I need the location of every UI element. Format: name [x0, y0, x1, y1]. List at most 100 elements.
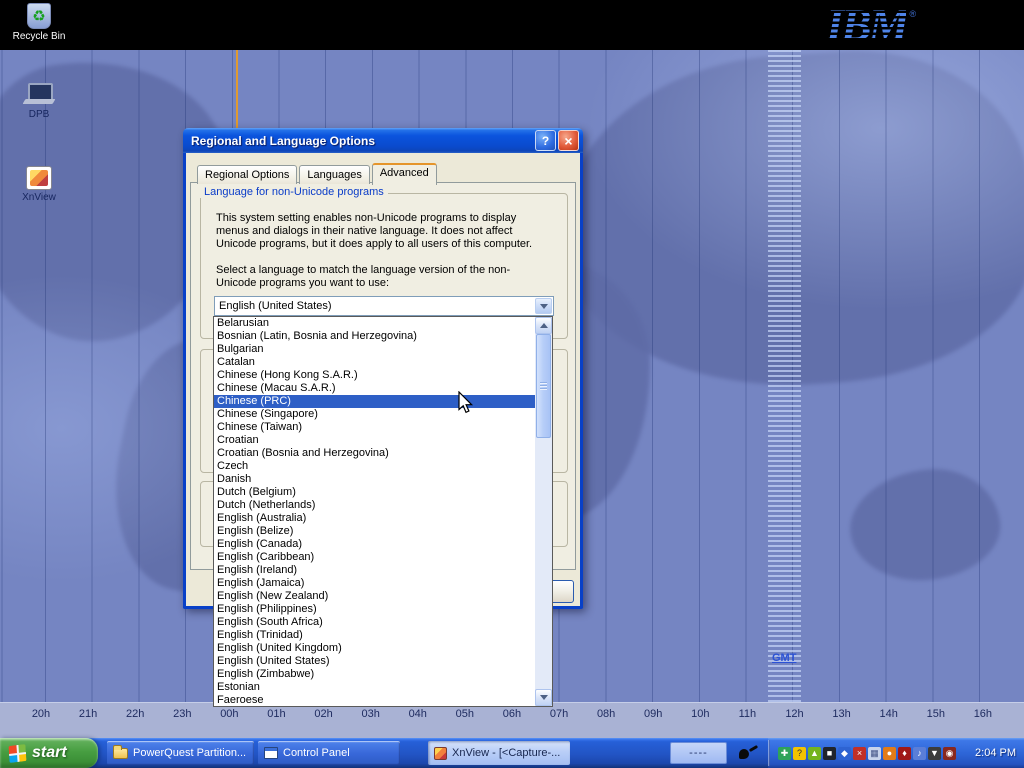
recycle-glyph-icon: ♻ — [32, 9, 45, 24]
dialog-titlebar[interactable]: Regional and Language Options ? × — [183, 128, 583, 153]
ibm-registered-mark: ® — [909, 9, 916, 19]
tray-icon-11[interactable]: ▼ — [928, 747, 941, 760]
dropdown-item[interactable]: English (United Kingdom) — [214, 642, 535, 655]
control-panel-icon — [264, 747, 278, 759]
timezone-label: 22h — [120, 708, 150, 720]
timezone-label: 09h — [638, 708, 668, 720]
language-dropdown-list: BelarusianBosnian (Latin, Bosnia and Her… — [213, 316, 553, 707]
close-button[interactable]: × — [558, 130, 579, 151]
timezone-label: 13h — [827, 708, 857, 720]
tray-icon-6[interactable]: × — [853, 747, 866, 760]
language-groupbox-title: Language for non-Unicode programs — [200, 186, 388, 198]
tab-regional-options[interactable]: Regional Options — [197, 165, 297, 184]
dropdown-item[interactable]: Bosnian (Latin, Bosnia and Herzegovina) — [214, 330, 535, 343]
xnview-icon — [434, 747, 447, 760]
timezone-label: 02h — [309, 708, 339, 720]
dropdown-item[interactable]: English (Philippines) — [214, 603, 535, 616]
dropdown-item[interactable]: Croatian (Bosnia and Herzegovina) — [214, 447, 535, 460]
dropdown-item[interactable]: English (Canada) — [214, 538, 535, 551]
tray-icon-7[interactable]: ▦ — [868, 747, 881, 760]
taskbar-clock[interactable]: 2:04 PM — [975, 738, 1016, 768]
dialog-tabs: Regional Options Languages Advanced — [197, 163, 439, 184]
scrollbar-up-button[interactable] — [535, 317, 552, 334]
timezone-label: 14h — [874, 708, 904, 720]
dropdown-item[interactable]: Catalan — [214, 356, 535, 369]
language-combobox[interactable]: English (United States) — [214, 296, 554, 316]
dropdown-item[interactable]: Danish — [214, 473, 535, 486]
timezone-label: 10h — [685, 708, 715, 720]
dropdown-item[interactable]: Dutch (Netherlands) — [214, 499, 535, 512]
dropdown-item[interactable]: Chinese (Singapore) — [214, 408, 535, 421]
taskbar: start PowerQuest Partition... Control Pan… — [0, 738, 1024, 768]
folder-icon — [113, 748, 128, 759]
tray-icon-12[interactable]: ◉ — [943, 747, 956, 760]
desktop-icon-xnview[interactable]: XnView — [10, 166, 68, 203]
dropdown-item[interactable]: English (Australia) — [214, 512, 535, 525]
timezone-label: 20h — [26, 708, 56, 720]
timezone-label: 12h — [780, 708, 810, 720]
dropdown-item[interactable]: English (South Africa) — [214, 616, 535, 629]
ibm-logo-text: IBM — [826, 2, 906, 48]
tray-icon-5[interactable]: ◆ — [838, 747, 851, 760]
dropdown-item[interactable]: Czech — [214, 460, 535, 473]
timezone-label: 00h — [214, 708, 244, 720]
chevron-down-icon — [540, 304, 548, 309]
dialog-title: Regional and Language Options — [191, 134, 535, 148]
tray-icon-9[interactable]: ♦ — [898, 747, 911, 760]
dropdown-item[interactable]: English (United States) — [214, 655, 535, 668]
tray-icon-4[interactable]: ■ — [823, 747, 836, 760]
dropdown-item[interactable]: English (Ireland) — [214, 564, 535, 577]
dropdown-item[interactable]: English (Zimbabwe) — [214, 668, 535, 681]
windows-logo-icon — [8, 743, 26, 762]
dropdown-item[interactable]: English (Jamaica) — [214, 577, 535, 590]
tab-advanced[interactable]: Advanced — [372, 163, 437, 185]
taskbar-deskband[interactable]: ---- — [670, 742, 727, 764]
dropdown-item[interactable]: Chinese (PRC) — [214, 395, 535, 408]
dropdown-item[interactable]: Croatian — [214, 434, 535, 447]
timezone-label: 23h — [167, 708, 197, 720]
tray-icon-1[interactable]: ✚ — [778, 747, 791, 760]
tab-languages[interactable]: Languages — [299, 165, 369, 184]
laptop-icon — [24, 83, 54, 107]
scrollbar-thumb[interactable] — [536, 334, 551, 438]
scrollbar-down-button[interactable] — [535, 689, 552, 706]
timezone-label: 15h — [921, 708, 951, 720]
dropdown-item[interactable]: Chinese (Taiwan) — [214, 421, 535, 434]
timezone-label: 11h — [732, 708, 762, 720]
help-button[interactable]: ? — [535, 130, 556, 151]
dropdown-scrollbar[interactable] — [535, 317, 552, 706]
taskbar-button[interactable]: XnView - [<Capture-... — [428, 741, 570, 765]
timezone-label: 07h — [544, 708, 574, 720]
tray-icon-2[interactable]: ? — [793, 747, 806, 760]
timezone-label: 01h — [261, 708, 291, 720]
dropdown-item[interactable]: English (New Zealand) — [214, 590, 535, 603]
tray-icon-10[interactable]: ♪ — [913, 747, 926, 760]
timezone-label: 04h — [403, 708, 433, 720]
timezone-label: 16h — [968, 708, 998, 720]
taskbar-button[interactable]: Control Panel — [258, 741, 400, 765]
dropdown-item[interactable]: Estonian — [214, 681, 535, 694]
desktop-icon-dpb[interactable]: DPB — [10, 83, 68, 120]
arrow-up-icon — [540, 323, 548, 328]
dropdown-item[interactable]: Bulgarian — [214, 343, 535, 356]
dropdown-item[interactable]: Belarusian — [214, 317, 535, 330]
desktop-icon-label: XnView — [22, 192, 56, 203]
taskbar-button-label: PowerQuest Partition... — [133, 747, 246, 759]
combobox-dropdown-button[interactable] — [535, 298, 552, 314]
start-button[interactable]: start — [0, 738, 98, 768]
desktop-icon-recycle-bin[interactable]: ♻ Recycle Bin — [10, 3, 68, 42]
timezone-label: 08h — [591, 708, 621, 720]
dropdown-item[interactable]: English (Belize) — [214, 525, 535, 538]
dropdown-item[interactable]: Chinese (Hong Kong S.A.R.) — [214, 369, 535, 382]
dropdown-item[interactable]: English (Caribbean) — [214, 551, 535, 564]
tray-icon-3[interactable]: ▲ — [808, 747, 821, 760]
taskbar-button[interactable]: PowerQuest Partition... — [107, 741, 254, 765]
dropdown-item[interactable]: English (Trinidad) — [214, 629, 535, 642]
plug-device-icon[interactable] — [737, 744, 759, 762]
taskbar-button-label: Control Panel — [283, 747, 350, 759]
dropdown-item[interactable]: Faeroese — [214, 694, 535, 706]
dropdown-item[interactable]: Dutch (Belgium) — [214, 486, 535, 499]
dropdown-item[interactable]: Chinese (Macau S.A.R.) — [214, 382, 535, 395]
desktop-icon-label: Recycle Bin — [13, 31, 66, 42]
tray-icon-8[interactable]: ● — [883, 747, 896, 760]
